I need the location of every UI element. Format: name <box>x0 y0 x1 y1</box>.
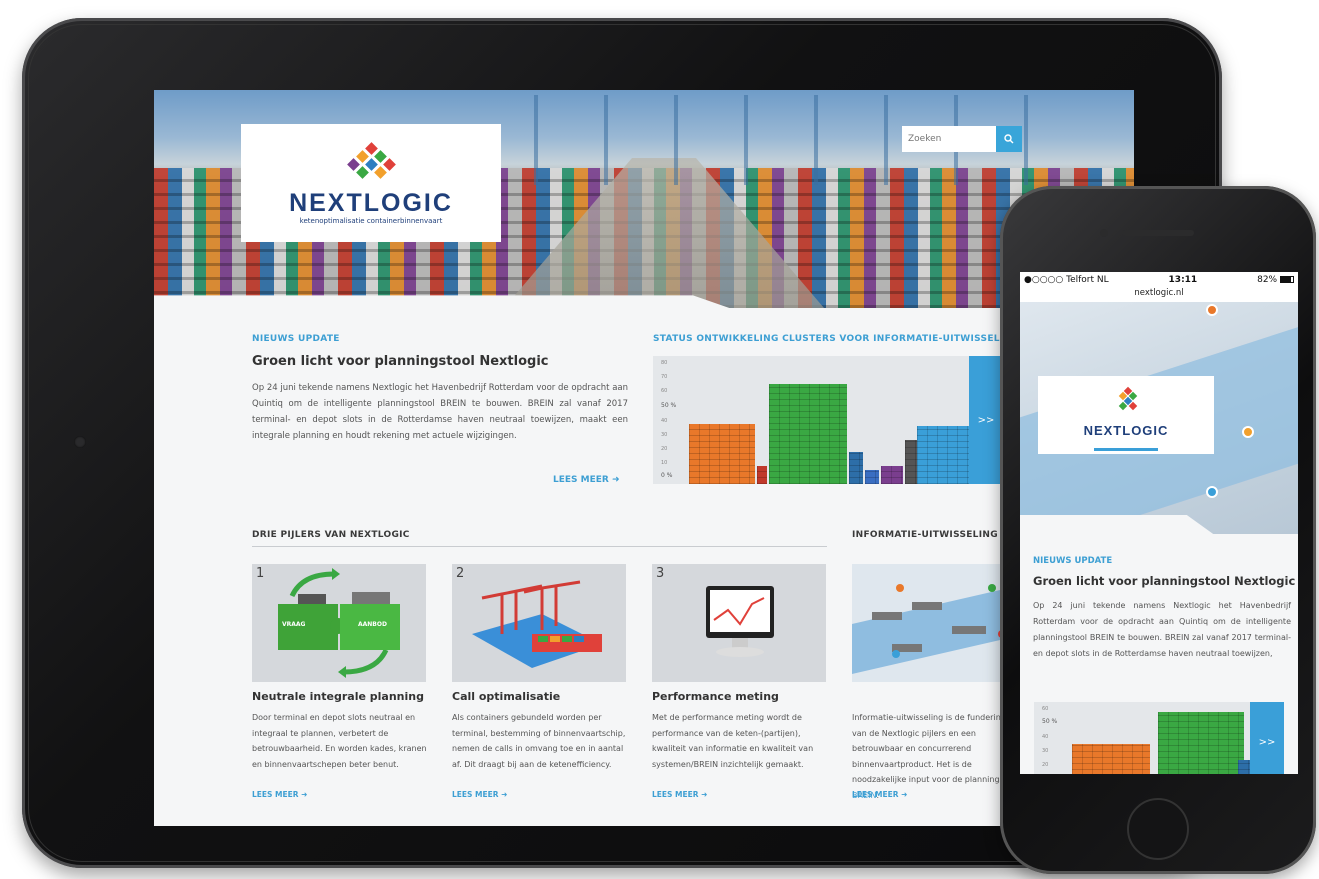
status-chart[interactable]: 80 70 60 50 % 40 30 20 10 0 % >> <box>653 356 1003 484</box>
chart-y-axis: 80 70 60 50 % 40 30 20 10 0 % <box>661 360 677 479</box>
chart-bar-blue-tiny <box>865 470 879 484</box>
pillar-1-text: Door terminal en depot slots neutraal en… <box>252 713 427 769</box>
search-icon <box>1004 134 1014 144</box>
phone-chart-bar-orange <box>1072 744 1150 774</box>
search-input[interactable] <box>902 126 996 152</box>
header-banner: NEXTLOGIC ketenoptimalisatie containerbi… <box>154 90 1134 308</box>
pillar-1-title[interactable]: Neutrale integrale planning <box>252 690 424 703</box>
carrier-label: ●○○○○ Telfort NL <box>1024 275 1109 285</box>
pillars-section-title: DRIE PIJLERS VAN NEXTLOGIC <box>252 530 410 540</box>
phone-logo-name: NEXTLOGIC <box>1083 423 1169 438</box>
news-body: Op 24 juni tekende namens Nextlogic het … <box>252 383 628 441</box>
pillars-divider <box>252 546 827 547</box>
phone-camera <box>1100 229 1108 237</box>
phone-chart-bar-green <box>1158 712 1244 774</box>
pillar-3-title[interactable]: Performance meting <box>652 690 779 703</box>
pillar-3-text: Met de performance meting wordt de perfo… <box>652 713 814 769</box>
phone-logo[interactable]: NEXTLOGIC <box>1038 376 1214 454</box>
pillar-3-image[interactable]: 3 <box>652 564 826 682</box>
chart-bar-lightblue <box>917 426 971 484</box>
home-button[interactable] <box>1127 798 1189 860</box>
phone-chart-next-button[interactable]: >> <box>1250 702 1284 774</box>
logo-tagline: ketenoptimalisatie containerbinnenvaart <box>299 217 443 225</box>
chart-bar-red <box>757 466 767 484</box>
monitor-chart-icon <box>706 586 774 657</box>
chart-bar-purple <box>881 466 903 484</box>
search-bar <box>902 126 1022 152</box>
battery-icon <box>1279 276 1294 283</box>
pillar-2-image[interactable]: 2 <box>452 564 626 682</box>
tablet-camera <box>74 436 86 448</box>
pillar-3-number: 3 <box>656 566 665 581</box>
news-read-more-link[interactable]: LEES MEER ➜ <box>553 475 620 485</box>
search-button[interactable] <box>996 126 1022 152</box>
news-section-tag: NIEUWS UPDATE <box>252 334 340 344</box>
tablet-screen: NEXTLOGIC ketenoptimalisatie containerbi… <box>154 90 1134 826</box>
chart-next-button[interactable]: >> <box>969 356 1003 484</box>
map-pin-icon <box>1242 426 1254 438</box>
url-bar[interactable]: nextlogic.nl <box>1020 288 1298 302</box>
phone-device: ●○○○○ Telfort NL 13:11 82% nextlogic.nl <box>1000 186 1316 874</box>
chart-bar-gray <box>905 440 917 484</box>
phone-chart-bar-blue <box>1238 760 1250 774</box>
phone-hero: NEXTLOGIC <box>1020 302 1298 534</box>
pillar-3-read-more-link[interactable]: LEES MEER ➜ <box>652 790 707 799</box>
puzzle-left-label: VRAAG <box>282 621 306 628</box>
status-bar: ●○○○○ Telfort NL 13:11 82% <box>1020 272 1298 288</box>
logo-name: NEXTLOGIC <box>289 189 453 217</box>
pillar-2-title[interactable]: Call optimalisatie <box>452 690 560 703</box>
pillar-1-image[interactable]: 1 VRAAG AANBOD <box>252 564 426 682</box>
pillar-1-number: 1 <box>256 566 265 581</box>
phone-news-headline[interactable]: Groen licht voor planningstool Nextlogic <box>1033 574 1295 588</box>
phone-news-tag: NIEUWS UPDATE <box>1033 556 1113 566</box>
phone-speaker <box>1122 230 1194 236</box>
logo-mark-icon <box>1118 386 1138 411</box>
site-logo[interactable]: NEXTLOGIC ketenoptimalisatie containerbi… <box>241 124 501 242</box>
chart-bar-blue-small <box>849 452 863 484</box>
puzzle-icon <box>278 568 400 678</box>
status-section-title: STATUS ONTWIKKELING CLUSTERS VOOR INFORM… <box>653 334 1019 344</box>
battery-indicator: 82% <box>1257 275 1294 285</box>
chart-bar-green <box>769 384 847 484</box>
clock: 13:11 <box>1168 275 1198 285</box>
info-read-more-link[interactable]: LEES MEER ➜ <box>852 790 907 799</box>
phone-news-body: Op 24 juni tekende namens Nextlogic het … <box>1033 601 1291 658</box>
pillar-2-read-more-link[interactable]: LEES MEER ➜ <box>452 790 507 799</box>
pillar-2-number: 2 <box>456 566 465 581</box>
puzzle-right-label: AANBOD <box>358 621 387 628</box>
map-pin-icon <box>1206 304 1218 316</box>
logo-mark-icon <box>347 142 396 180</box>
chart-bar-orange <box>689 424 755 484</box>
phone-status-chart[interactable]: 60 50 % 40 30 20 >> <box>1034 702 1284 774</box>
news-headline[interactable]: Groen licht voor planningstool Nextlogic <box>252 354 549 369</box>
phone-screen: ●○○○○ Telfort NL 13:11 82% nextlogic.nl <box>1020 272 1298 774</box>
pillar-2-text: Als containers gebundeld worden per term… <box>452 713 626 769</box>
map-pin-icon <box>1206 486 1218 498</box>
info-section-title: INFORMATIE-UITWISSELING <box>852 530 998 540</box>
crane-icon <box>472 580 602 668</box>
pillar-1-read-more-link[interactable]: LEES MEER ➜ <box>252 790 307 799</box>
